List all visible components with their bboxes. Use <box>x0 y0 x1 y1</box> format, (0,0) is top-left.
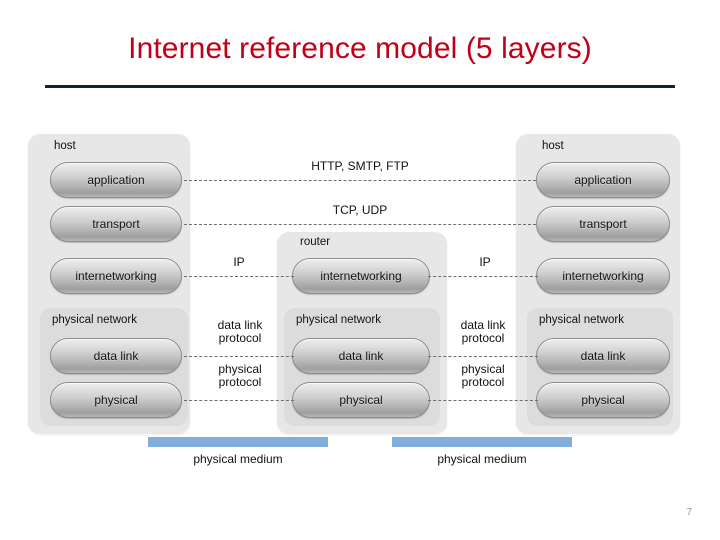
protocol-label-datalink-left-line2: protocol <box>218 330 262 345</box>
physical-medium-bar-left <box>148 437 328 447</box>
left-host-layer-application-label: application <box>87 173 145 187</box>
dashed-link-internetworking-right <box>428 276 538 277</box>
left-host-layer-data-link[interactable]: data link <box>50 338 182 374</box>
router-layer-data-link[interactable]: data link <box>292 338 430 374</box>
left-host-layer-transport-label: transport <box>92 217 140 231</box>
protocol-label-ip-left: IP <box>233 255 245 269</box>
left-host-layer-physical-label: physical <box>94 393 138 407</box>
router-layer-internetworking[interactable]: internetworking <box>292 258 430 294</box>
reference-model-diagram: host application transport internetworki… <box>0 0 720 540</box>
right-host-layer-internetworking-label: internetworking <box>562 269 644 283</box>
protocol-label-physical-left-line2: protocol <box>218 374 262 389</box>
page-number: 7 <box>686 507 692 518</box>
router-layer-physical-label: physical <box>339 393 383 407</box>
left-host-layer-data-link-label: data link <box>93 349 139 363</box>
left-host-physical-network-label: physical network <box>52 314 138 326</box>
right-host-layer-transport[interactable]: transport <box>536 206 670 242</box>
dashed-link-internetworking-left <box>184 276 294 277</box>
router-label: router <box>300 236 331 248</box>
right-host-layer-application[interactable]: application <box>536 162 670 198</box>
protocol-label-physical-right-line2: protocol <box>461 374 505 389</box>
protocol-label-physical-left: physical protocol <box>205 363 275 388</box>
dashed-link-datalink-left <box>184 356 294 357</box>
dashed-link-datalink-right <box>428 356 538 357</box>
right-host-layer-data-link[interactable]: data link <box>536 338 670 374</box>
right-host-layer-internetworking[interactable]: internetworking <box>536 258 670 294</box>
protocol-label-application: HTTP, SMTP, FTP <box>311 159 409 173</box>
protocol-label-ip-right: IP <box>479 255 491 269</box>
left-host-layer-internetworking[interactable]: internetworking <box>50 258 182 294</box>
protocol-label-datalink-left: data link protocol <box>205 319 275 344</box>
router-layer-internetworking-label: internetworking <box>320 269 402 283</box>
left-host-layer-application[interactable]: application <box>50 162 182 198</box>
dashed-link-physical-left <box>184 400 294 401</box>
right-host-physical-network-label: physical network <box>539 314 625 326</box>
physical-medium-bar-right <box>392 437 572 447</box>
physical-medium-label-right: physical medium <box>437 452 527 466</box>
router-layer-data-link-label: data link <box>338 349 384 363</box>
protocol-label-datalink-right-line2: protocol <box>461 330 505 345</box>
left-host-layer-physical[interactable]: physical <box>50 382 182 418</box>
dashed-link-application <box>184 180 536 181</box>
right-host-layer-data-link-label: data link <box>580 349 626 363</box>
router-physical-network-label: physical network <box>296 314 382 326</box>
dashed-link-physical-right <box>428 400 538 401</box>
left-host-layer-transport[interactable]: transport <box>50 206 182 242</box>
dashed-link-transport <box>184 224 536 225</box>
left-host-layer-internetworking-label: internetworking <box>75 269 157 283</box>
right-host-layer-physical-label: physical <box>581 393 625 407</box>
router-layer-physical[interactable]: physical <box>292 382 430 418</box>
left-host-label: host <box>54 140 76 152</box>
right-host-label: host <box>542 140 564 152</box>
right-host-layer-physical[interactable]: physical <box>536 382 670 418</box>
right-host-layer-application-label: application <box>574 173 632 187</box>
protocol-label-transport: TCP, UDP <box>332 203 388 217</box>
protocol-label-physical-right: physical protocol <box>448 363 518 388</box>
physical-medium-label-left: physical medium <box>193 452 283 466</box>
right-host-layer-transport-label: transport <box>579 217 627 231</box>
protocol-label-datalink-right: data link protocol <box>448 319 518 344</box>
